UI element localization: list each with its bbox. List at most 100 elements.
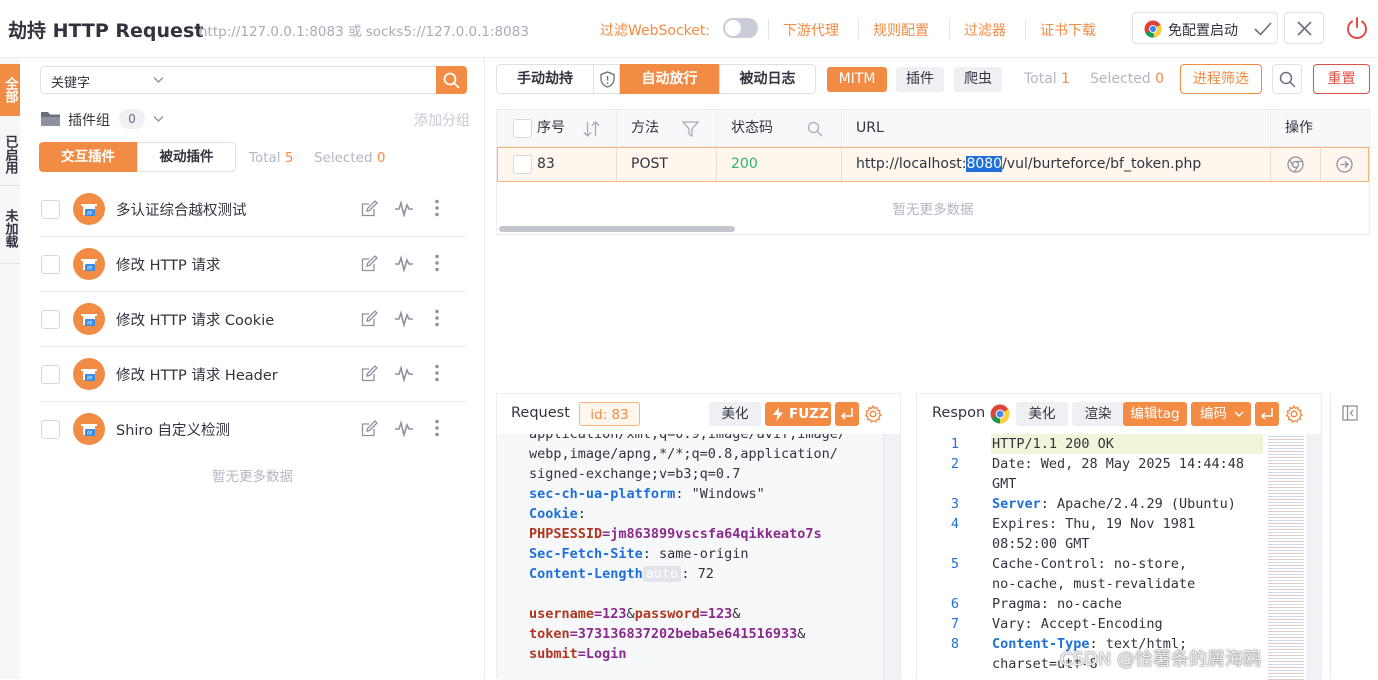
cert-download-link[interactable]: 证书下载 bbox=[1040, 20, 1096, 40]
close-icon bbox=[1297, 21, 1312, 36]
ws-filter-toggle[interactable] bbox=[723, 18, 758, 38]
shield-icon bbox=[600, 71, 615, 88]
chrome-open-icon[interactable] bbox=[1287, 156, 1304, 173]
code-line: webp,image/apng,*/*;q=0.8,application/ bbox=[529, 444, 846, 464]
beautify-button[interactable]: 美化 bbox=[709, 402, 761, 426]
chevron-down-icon[interactable] bbox=[153, 115, 164, 123]
plugin-checkbox[interactable] bbox=[41, 310, 60, 329]
process-filter-button[interactable]: 进程筛选 bbox=[1180, 64, 1262, 94]
line-number: 4 bbox=[950, 516, 959, 532]
more-icon[interactable] bbox=[434, 199, 440, 217]
edit-icon[interactable] bbox=[361, 420, 378, 437]
horizontal-scrollbar[interactable] bbox=[499, 226, 735, 232]
manual-hijack-button[interactable]: 手动劫持 bbox=[496, 64, 594, 94]
plugin-tag[interactable]: 插件 bbox=[896, 67, 944, 92]
debug-icon[interactable] bbox=[394, 255, 414, 272]
close-button[interactable] bbox=[1284, 12, 1324, 44]
more-icon[interactable] bbox=[434, 309, 440, 327]
fuzz-button[interactable]: FUZZ bbox=[765, 402, 831, 426]
plugin-checkbox[interactable] bbox=[41, 200, 60, 219]
gear-icon[interactable] bbox=[1285, 405, 1303, 423]
row-url[interactable]: http://localhost:8080/vul/burteforce/bf_… bbox=[856, 148, 1201, 181]
debug-icon[interactable] bbox=[394, 420, 414, 437]
debug-icon[interactable] bbox=[394, 365, 414, 382]
code-line: no-cache, must-revalidate bbox=[992, 574, 1195, 594]
table-search-button[interactable] bbox=[1272, 64, 1302, 94]
vertical-scrollbar[interactable] bbox=[1306, 434, 1321, 680]
plugin-search-input[interactable] bbox=[173, 66, 457, 94]
check-icon bbox=[1254, 21, 1272, 37]
code-token: Cookie bbox=[529, 506, 578, 522]
select-all-checkbox[interactable] bbox=[513, 119, 532, 138]
column-header-status[interactable]: 状态码 bbox=[731, 110, 773, 147]
chrome-launch-button[interactable]: 免配置启动 bbox=[1132, 12, 1278, 44]
plugin-list-item[interactable]: AP Shiro 自定义检测 bbox=[39, 402, 466, 457]
search-icon[interactable] bbox=[807, 121, 823, 137]
downstream-proxy-link[interactable]: 下游代理 bbox=[783, 20, 839, 40]
request-editor-pane: Request id: 83 美化 FUZZ application/xml;q… bbox=[496, 393, 901, 680]
edit-icon[interactable] bbox=[361, 310, 378, 327]
more-icon[interactable] bbox=[434, 419, 440, 437]
sidebar-toggle-icon[interactable] bbox=[1342, 405, 1358, 421]
passive-log-button[interactable]: 被动日志 bbox=[719, 64, 816, 94]
column-header-url[interactable]: URL bbox=[856, 110, 884, 147]
edit-tag-button[interactable]: 编辑tag bbox=[1123, 402, 1187, 426]
tab-not-loaded[interactable]: 未加载 bbox=[0, 194, 20, 264]
power-icon[interactable] bbox=[1345, 16, 1369, 40]
tab-passive-plugins[interactable]: 被动插件 bbox=[137, 142, 236, 172]
plugin-checkbox[interactable] bbox=[41, 420, 60, 439]
mitm-tag[interactable]: MITM bbox=[827, 67, 887, 92]
shield-button[interactable] bbox=[593, 64, 620, 94]
tab-interactive-plugins[interactable]: 交互插件 bbox=[39, 142, 137, 172]
plugin-search-button[interactable] bbox=[436, 66, 467, 94]
edit-icon[interactable] bbox=[361, 365, 378, 382]
table-row[interactable]: 83 POST 200 http://localhost:8080/vul/bu… bbox=[497, 147, 1369, 182]
chrome-launch-label: 免配置启动 bbox=[1168, 23, 1238, 39]
auto-release-button[interactable]: 自动放行 bbox=[620, 64, 719, 94]
vertical-scrollbar[interactable] bbox=[883, 434, 900, 680]
plugin-checkbox[interactable] bbox=[41, 365, 60, 384]
plugin-list-item[interactable]: AP 多认证综合越权测试 bbox=[39, 182, 466, 237]
rule-config-link[interactable]: 规则配置 bbox=[873, 20, 929, 40]
crawler-tag[interactable]: 爬虫 bbox=[954, 67, 1002, 92]
edit-icon[interactable] bbox=[361, 255, 378, 272]
listen-address: http://127.0.0.1:8083 或 socks5://127.0.0… bbox=[199, 24, 529, 40]
more-icon[interactable] bbox=[434, 364, 440, 382]
debug-icon[interactable] bbox=[394, 310, 414, 327]
plugin-list-item[interactable]: AP 修改 HTTP 请求 bbox=[39, 237, 466, 292]
tab-all[interactable]: 全部 bbox=[0, 64, 20, 116]
encode-dropdown[interactable]: 编码 bbox=[1191, 402, 1251, 426]
render-button[interactable]: 渲染 bbox=[1072, 402, 1124, 426]
line-number: 7 bbox=[950, 616, 959, 632]
arrow-right-circle-icon[interactable] bbox=[1336, 156, 1353, 173]
add-group-button[interactable]: 添加分组 bbox=[414, 110, 470, 130]
divider bbox=[858, 19, 859, 39]
chrome-icon[interactable] bbox=[990, 404, 1010, 424]
reset-button[interactable]: 重置 bbox=[1313, 64, 1370, 94]
filter-icon[interactable] bbox=[682, 121, 699, 137]
divider bbox=[768, 19, 769, 39]
tab-enabled[interactable]: 已启用 bbox=[0, 124, 20, 186]
row-checkbox[interactable] bbox=[513, 155, 532, 174]
edit-icon[interactable] bbox=[361, 200, 378, 217]
filter-link[interactable]: 过滤器 bbox=[964, 20, 1006, 40]
plugin-checkbox[interactable] bbox=[41, 255, 60, 274]
more-icon[interactable] bbox=[434, 254, 440, 272]
sort-icon[interactable] bbox=[583, 121, 600, 137]
minimap[interactable] bbox=[1268, 434, 1304, 680]
debug-icon[interactable] bbox=[394, 200, 414, 217]
gear-icon[interactable] bbox=[864, 405, 882, 423]
plugin-group-label[interactable]: 插件组 bbox=[68, 110, 110, 130]
send-button[interactable] bbox=[1255, 402, 1279, 426]
response-code-editor[interactable]: 1 HTTP/1.1 200 OK 2 Date: Wed, 28 May 2025 … bbox=[917, 434, 1267, 680]
keyword-select[interactable]: 关键字 bbox=[40, 66, 174, 94]
beautify-button[interactable]: 美化 bbox=[1016, 402, 1068, 426]
app-header: 劫持 HTTP Request http://127.0.0.1:8083 或 … bbox=[0, 0, 1378, 58]
column-header-id[interactable]: 序号 bbox=[537, 110, 565, 147]
send-button[interactable] bbox=[835, 402, 859, 426]
plugin-avatar-icon: AP bbox=[73, 303, 105, 335]
column-header-method[interactable]: 方法 bbox=[631, 110, 659, 147]
request-code-editor[interactable]: application/xml;q=0.9,image/avif,image/w… bbox=[497, 434, 885, 680]
plugin-list-item[interactable]: AP 修改 HTTP 请求 Cookie bbox=[39, 292, 466, 347]
plugin-list-item[interactable]: AP 修改 HTTP 请求 Header bbox=[39, 347, 466, 402]
